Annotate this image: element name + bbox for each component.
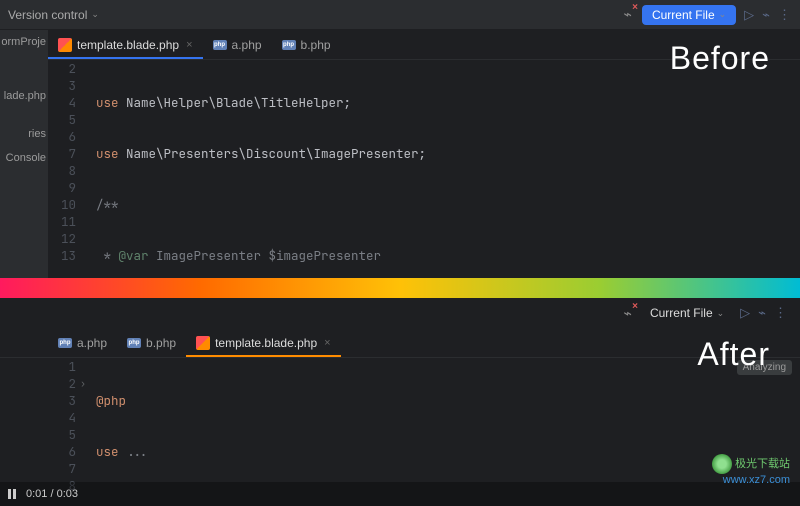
before-pane: Version control ⌄ ⌁ Current File ⌄ ▷ ⌁ ⋮… xyxy=(0,0,800,278)
run-icon[interactable]: ▷ xyxy=(744,7,754,23)
tab-template[interactable]: template.blade.php × xyxy=(186,328,341,357)
tab-b[interactable]: php b.php xyxy=(272,30,341,59)
editor-top[interactable]: 234 567 8910 111213 use Name\Helper\Blad… xyxy=(48,60,800,278)
analyzing-badge: Analyzing xyxy=(737,360,792,375)
chevron-down-icon: ⌄ xyxy=(91,9,99,20)
project-sidebar: ormProje lade.php ries Console xyxy=(0,30,48,278)
tab-label: a.php xyxy=(232,38,262,52)
top-toolbar: Version control ⌄ ⌁ Current File ⌄ ▷ ⌁ ⋮ xyxy=(0,0,800,30)
video-time: 0:01 / 0:03 xyxy=(26,488,78,500)
sidebar-item[interactable]: lade.php xyxy=(0,84,48,108)
bottom-toolbar: ⌁ Current File ⌄ ▷ ⌁ ⋮ xyxy=(0,298,800,328)
run-config-button[interactable]: Current File ⌄ xyxy=(642,5,736,25)
pause-icon[interactable] xyxy=(8,489,16,499)
sidebar-item[interactable]: ries xyxy=(0,122,48,146)
sidebar-item[interactable]: ormProje xyxy=(0,30,48,54)
php-file-icon: php xyxy=(213,40,227,50)
editor-tabs: template.blade.php × php a.php php b.php xyxy=(0,30,800,60)
more-icon[interactable]: ⋮ xyxy=(774,305,788,321)
sidebar-item[interactable]: Console xyxy=(0,146,48,170)
run-icon[interactable]: ▷ xyxy=(740,305,750,321)
php-file-icon: php xyxy=(127,338,141,348)
divider-gradient xyxy=(0,278,800,298)
blade-file-icon xyxy=(196,336,210,350)
vc-label: Version control xyxy=(8,8,87,22)
video-controls[interactable]: 0:01 / 0:03 xyxy=(0,482,800,506)
tab-template[interactable]: template.blade.php × xyxy=(48,30,203,59)
tab-label: b.php xyxy=(146,336,176,350)
chevron-down-icon: ⌄ xyxy=(717,308,725,319)
tab-label: template.blade.php xyxy=(215,336,317,350)
editor-tabs: php a.php php b.php template.blade.php × xyxy=(0,328,800,358)
more-icon[interactable]: ⋮ xyxy=(778,7,792,23)
after-pane: ⌁ Current File ⌄ ▷ ⌁ ⋮ php a.php php b.p… xyxy=(0,298,800,506)
debug-icon[interactable]: ⌁ xyxy=(762,7,770,23)
close-icon[interactable]: × xyxy=(186,39,192,51)
tab-label: a.php xyxy=(77,336,107,350)
tab-label: template.blade.php xyxy=(77,38,179,52)
php-file-icon: php xyxy=(282,40,296,50)
tab-a[interactable]: php a.php xyxy=(203,30,272,59)
php-file-icon: php xyxy=(58,338,72,348)
code-area[interactable]: use Name\Helper\Blade\TitleHelper; use N… xyxy=(88,60,800,278)
run-config-button[interactable]: Current File ⌄ xyxy=(642,303,732,323)
run-config-label: Current File xyxy=(652,8,715,22)
tab-label: b.php xyxy=(301,38,331,52)
gutter: 234 567 8910 111213 xyxy=(48,60,88,278)
version-control-menu[interactable]: Version control ⌄ xyxy=(8,8,99,22)
bug-icon[interactable]: ⌁ xyxy=(624,6,632,23)
debug-icon[interactable]: ⌁ xyxy=(758,305,766,321)
blade-file-icon xyxy=(58,38,72,52)
bug-icon[interactable]: ⌁ xyxy=(624,305,632,322)
tab-a[interactable]: php a.php xyxy=(48,328,117,357)
close-icon[interactable]: × xyxy=(324,337,330,349)
chevron-down-icon: ⌄ xyxy=(719,9,727,20)
tab-b[interactable]: php b.php xyxy=(117,328,186,357)
run-config-label: Current File xyxy=(650,306,713,320)
